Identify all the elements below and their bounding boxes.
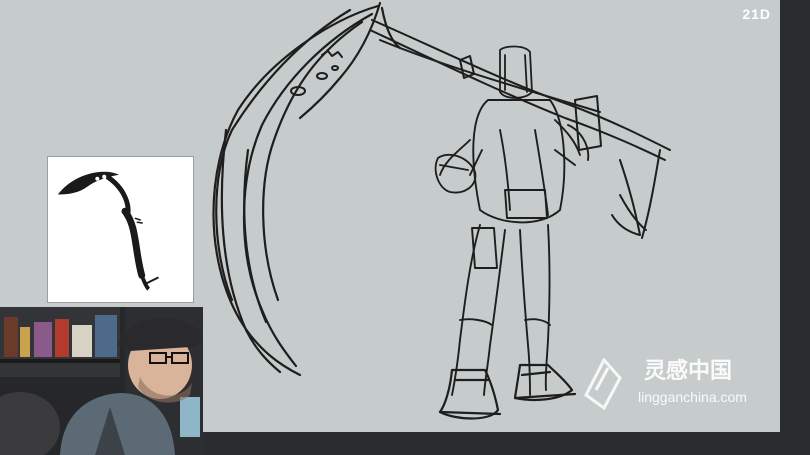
scythe-blade-strokes <box>212 1 402 377</box>
watermark-logo-icon <box>584 357 622 411</box>
presenter-webcam-icon <box>0 307 203 455</box>
character-head <box>499 45 533 99</box>
character-boots <box>438 363 577 420</box>
character-arms <box>434 119 590 194</box>
site-watermark: 灵感中国 lingganchina.com <box>576 350 780 416</box>
brand-logo: 21D <box>742 6 771 22</box>
scythe-reference-icon <box>57 171 159 291</box>
watermark-url-text: lingganchina.com <box>638 389 747 405</box>
character-torso <box>469 99 576 224</box>
scythe-handle-strokes <box>369 19 671 239</box>
watermark-chinese-text: 灵感中国 <box>644 358 732 384</box>
reference-image-panel <box>47 156 194 303</box>
right-scrollbar[interactable] <box>780 0 810 455</box>
presenter-webcam-overlay <box>0 307 203 455</box>
